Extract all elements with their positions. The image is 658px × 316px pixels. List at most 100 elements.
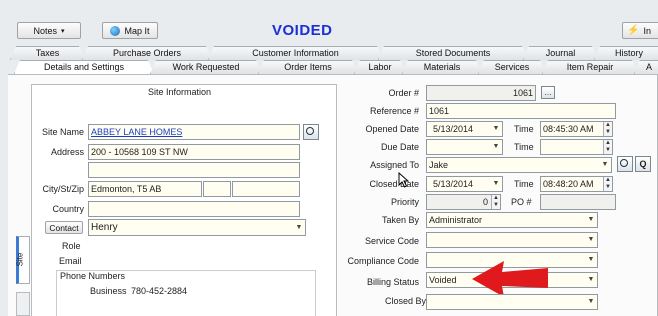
closed-by-select[interactable]: ▼ <box>426 294 598 310</box>
spinner-icon[interactable]: ▲ ▼ <box>491 195 500 209</box>
opened-date-field[interactable]: 5/13/2014 ▼ <box>426 121 503 137</box>
po-field[interactable] <box>540 194 616 210</box>
address-value: 200 - 10568 109 ST NW <box>91 147 188 157</box>
closed-date-field[interactable]: 5/13/2014 ▼ <box>426 176 503 192</box>
chevron-down-icon: ▾ <box>61 27 65 35</box>
billing-status-label: Billing Status <box>366 277 419 287</box>
opened-time-field[interactable]: 08:45:30 AM ▲ ▼ <box>540 121 613 137</box>
tab-history[interactable]: History <box>594 46 658 60</box>
order-number-value: 1061 <box>512 88 533 98</box>
chevron-down-icon: ▼ <box>587 216 595 223</box>
zip-field[interactable] <box>232 181 300 197</box>
magnifier-icon <box>306 127 314 135</box>
tab-taxes[interactable]: Taxes <box>10 46 85 60</box>
magnifier-icon <box>620 159 628 167</box>
mouse-cursor-icon <box>398 172 409 188</box>
role-label: Role <box>62 241 81 251</box>
invoice-button[interactable]: ⚡ In <box>622 22 658 39</box>
taken-by-label: Taken By <box>381 215 419 225</box>
lower-side-tab[interactable] <box>16 292 30 316</box>
tab-journal[interactable]: Journal <box>523 46 598 60</box>
opened-date-label: Opened Date <box>365 124 419 134</box>
reference-label: Reference # <box>369 106 419 116</box>
tab-materials[interactable]: Materials <box>402 60 482 74</box>
tab-more[interactable]: A <box>634 60 658 74</box>
tab-taxes-label: Taxes <box>35 48 60 58</box>
service-code-select[interactable]: ▼ <box>426 232 598 248</box>
site-name-link[interactable]: ABBEY LANE HOMES <box>91 127 182 137</box>
tab-item-repair-label: Item Repair <box>566 62 614 72</box>
contact-button-label: Contact <box>49 222 79 233</box>
chevron-down-icon: ▼ <box>587 256 595 263</box>
tab-stored-documents-label: Stored Documents <box>415 48 491 58</box>
tab-labor-label: Labor <box>368 62 392 72</box>
tab-details-and-settings[interactable]: Details and Settings <box>14 60 154 74</box>
business-phone-label: Business <box>90 286 127 296</box>
site-side-tab[interactable]: Site <box>15 236 30 284</box>
tab-customer-information[interactable]: Customer Information <box>208 46 383 60</box>
closed-time-value: 08:48:20 AM <box>543 179 594 189</box>
due-date-label: Due Date <box>380 142 419 152</box>
tab-materials-label: Materials <box>423 62 461 72</box>
chevron-down-icon: ▼ <box>601 161 609 168</box>
city-field[interactable]: Edmonton, T5 AB <box>88 181 202 197</box>
reference-value: 1061 <box>429 106 450 116</box>
state-field[interactable] <box>203 181 231 197</box>
spinner-icon[interactable]: ▲ ▼ <box>603 122 612 136</box>
assigned-to-value: Jake <box>429 160 449 170</box>
map-it-label: Map It <box>124 25 150 36</box>
contact-value: Henry <box>91 222 118 233</box>
po-label: PO # <box>511 197 532 207</box>
notes-label: Notes <box>33 25 57 36</box>
map-it-button[interactable]: Map It <box>102 22 158 39</box>
tab-services-label: Services <box>494 62 530 72</box>
assigned-search-button[interactable] <box>617 156 633 172</box>
tab-item-repair[interactable]: Item Repair <box>542 60 638 74</box>
order-lookup-button[interactable]: … <box>541 86 555 99</box>
reference-field[interactable]: 1061 <box>426 103 616 119</box>
country-field[interactable] <box>88 201 300 217</box>
chevron-down-icon: ▼ <box>587 298 595 305</box>
site-side-tab-label: Site <box>15 252 25 267</box>
tab-services[interactable]: Services <box>478 60 546 74</box>
tab-stored-documents[interactable]: Stored Documents <box>378 46 528 60</box>
assigned-to-select[interactable]: Jake ▼ <box>426 157 612 173</box>
due-time-field[interactable]: ▲ ▼ <box>540 139 613 155</box>
tab-purchase-orders[interactable]: Purchase Orders <box>82 46 212 60</box>
tab-order-items[interactable]: Order Items <box>258 60 358 74</box>
taken-by-select[interactable]: Administrator ▼ <box>426 212 598 228</box>
contact-select[interactable]: Henry ▼ <box>88 219 306 236</box>
assigned-to-label: Assigned To <box>370 160 419 170</box>
closed-by-label: Closed By <box>384 296 426 306</box>
tab-order-items-label: Order Items <box>284 62 332 72</box>
chevron-down-icon: ▼ <box>587 276 595 283</box>
spinner-icon[interactable]: ▲ ▼ <box>603 140 612 154</box>
notes-dropdown-button[interactable]: Notes ▾ <box>17 22 81 39</box>
site-name-label: Site Name <box>41 127 84 137</box>
tab-customer-information-label: Customer Information <box>252 48 339 58</box>
contact-button[interactable]: Contact <box>45 221 83 234</box>
chevron-down-icon: ▼ <box>492 143 500 150</box>
tab-work-requested[interactable]: Work Requested <box>150 60 262 74</box>
site-name-field[interactable]: ABBEY LANE HOMES <box>88 124 300 140</box>
country-label: Country <box>52 204 84 214</box>
due-date-field[interactable]: ▼ <box>426 139 503 155</box>
tab-labor[interactable]: Labor <box>354 60 406 74</box>
compliance-code-label: Compliance Code <box>347 256 419 266</box>
closed-time-label: Time <box>514 179 534 189</box>
tab-journal-label: Journal <box>545 48 576 58</box>
spinner-icon[interactable]: ▲ ▼ <box>603 177 612 191</box>
site-info-title: Site Information <box>148 87 212 97</box>
tab-history-label: History <box>614 48 643 58</box>
site-search-button[interactable] <box>303 124 319 140</box>
assigned-query-button[interactable]: Q <box>635 156 651 172</box>
phone-numbers-label: Phone Numbers <box>59 271 127 281</box>
city-value: Edmonton, T5 AB <box>91 184 162 194</box>
address-line2-field[interactable] <box>88 162 300 178</box>
priority-value: 0 <box>482 197 488 207</box>
closed-time-field[interactable]: 08:48:20 AM ▲ ▼ <box>540 176 613 192</box>
opened-time-value: 08:45:30 AM <box>543 124 594 134</box>
priority-field[interactable]: 0 ▲ ▼ <box>426 194 501 210</box>
order-number-field: 1061 <box>426 85 536 101</box>
address-field[interactable]: 200 - 10568 109 ST NW <box>88 144 300 160</box>
